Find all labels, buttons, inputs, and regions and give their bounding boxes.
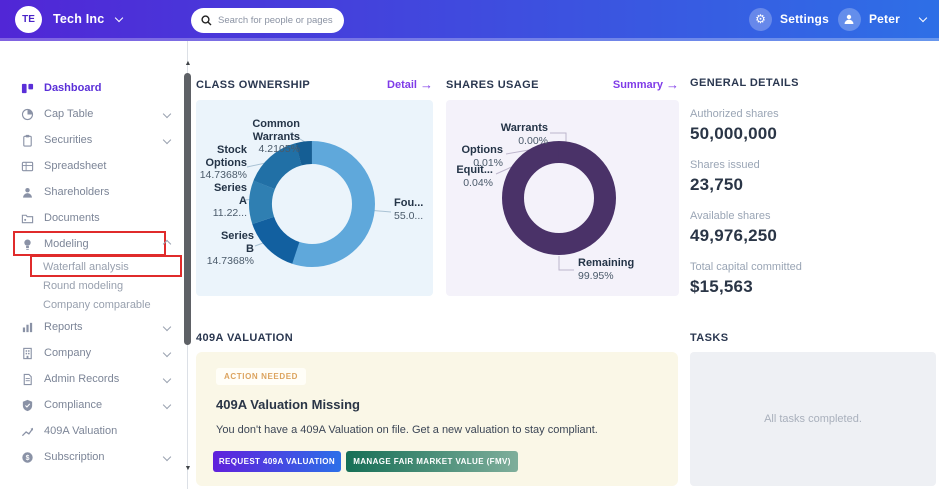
tasks-empty-message: All tasks completed. bbox=[764, 413, 862, 425]
valuation-409a-panel: ACTION NEEDED 409A Valuation Missing You… bbox=[196, 352, 678, 486]
user-avatar-icon bbox=[837, 7, 861, 31]
chevron-up-icon bbox=[162, 239, 172, 249]
sidebar-item-company[interactable]: Company bbox=[0, 340, 184, 366]
pie-chart-icon bbox=[20, 107, 35, 122]
manage-fmv-button[interactable]: MANAGE FAIR MARKET VALUE (FMV) bbox=[346, 451, 518, 472]
sidebar: Dashboard Cap Table Securities Spreadshe… bbox=[0, 41, 184, 489]
sidebar-item-subscription[interactable]: $ Subscription bbox=[0, 444, 184, 470]
chevron-down-icon bbox=[162, 374, 172, 384]
chevron-down-icon bbox=[918, 13, 928, 23]
class-ownership-title: CLASS OWNERSHIP bbox=[196, 78, 311, 91]
sidebar-item-dashboard[interactable]: Dashboard bbox=[0, 75, 184, 101]
shares-usage-title: SHARES USAGE bbox=[446, 78, 539, 91]
highlight-box-modeling bbox=[13, 231, 166, 256]
dollar-circle-icon: $ bbox=[20, 450, 35, 465]
arrow-right-icon: → bbox=[420, 77, 433, 92]
callout-warrants: Warrants 0.00% bbox=[500, 122, 548, 147]
sidebar-subitem-company-comparable[interactable]: Company comparable bbox=[0, 295, 184, 314]
arrow-right-icon: → bbox=[666, 77, 679, 92]
sidebar-subitem-round-modeling[interactable]: Round modeling bbox=[0, 276, 184, 295]
user-menu[interactable]: Peter bbox=[837, 7, 928, 31]
search-bar[interactable] bbox=[191, 8, 344, 33]
scrollbar-thumb[interactable] bbox=[184, 73, 191, 345]
company-name[interactable]: Tech Inc bbox=[53, 12, 104, 26]
search-input[interactable] bbox=[218, 15, 334, 26]
folder-icon bbox=[20, 211, 35, 226]
sidebar-item-reports[interactable]: Reports bbox=[0, 314, 184, 340]
chevron-down-icon bbox=[162, 322, 172, 332]
trend-chart-icon bbox=[20, 424, 35, 439]
callout-stock-options: Stock Options 14.7368% bbox=[199, 144, 247, 182]
tasks-panel: All tasks completed. bbox=[690, 352, 936, 486]
shares-usage-donut-chart bbox=[495, 132, 616, 271]
detail-total-capital: Total capital committed $15,563 bbox=[690, 261, 802, 296]
settings-label: Settings bbox=[780, 12, 829, 26]
chevron-down-icon bbox=[162, 109, 172, 119]
scrollbar: ▲ ▼ bbox=[183, 41, 193, 489]
general-details-title: GENERAL DETAILS bbox=[690, 77, 799, 89]
chevron-down-icon[interactable] bbox=[115, 13, 124, 23]
tasks-title: TASKS bbox=[690, 332, 729, 344]
callout-equity: Equit... 0.04% bbox=[456, 164, 493, 189]
callout-remaining: Remaining 99.95% bbox=[578, 257, 635, 282]
lightbulb-icon bbox=[20, 237, 35, 252]
detail-available-shares: Available shares 49,976,250 bbox=[690, 210, 778, 245]
svg-text:$: $ bbox=[26, 454, 30, 461]
sidebar-item-documents[interactable]: Documents bbox=[0, 205, 184, 231]
sidebar-subitem-waterfall-analysis[interactable]: Waterfall analysis bbox=[0, 255, 184, 277]
top-navbar: TE Tech Inc ⚙ Settings Pet bbox=[0, 0, 939, 41]
valuation-409a-title: 409A VALUATION bbox=[196, 332, 294, 344]
dashboard-icon bbox=[20, 81, 35, 96]
scroll-up-arrow-icon[interactable]: ▲ bbox=[183, 60, 193, 68]
class-ownership-detail-link[interactable]: Detail → bbox=[387, 77, 433, 92]
callout-founders: Fou... 55.0... bbox=[394, 197, 424, 222]
callout-series-b: Series B 14.7368% bbox=[206, 230, 254, 268]
chevron-down-icon bbox=[162, 135, 172, 145]
class-ownership-panel: Common Warrants 4.2105% Stock Options 14… bbox=[196, 100, 433, 296]
company-avatar[interactable]: TE bbox=[15, 5, 42, 33]
shares-usage-panel: Warrants 0.00% Options 0.01% Equit... 0.… bbox=[446, 100, 679, 296]
request-409a-valuation-button[interactable]: REQUEST 409A VALUATION bbox=[213, 451, 341, 472]
sidebar-item-shareholders[interactable]: Shareholders bbox=[0, 179, 184, 205]
sidebar-item-admin-records[interactable]: Admin Records bbox=[0, 366, 184, 392]
spreadsheet-icon bbox=[20, 159, 35, 174]
callout-series-a: Series A 11.22... bbox=[212, 182, 247, 220]
detail-authorized-shares: Authorized shares 50,000,000 bbox=[690, 108, 779, 143]
person-icon bbox=[20, 185, 35, 200]
general-details-panel: Authorized shares 50,000,000 Shares issu… bbox=[690, 100, 939, 312]
app-window: TE Tech Inc ⚙ Settings Pet bbox=[0, 0, 939, 489]
main-content: CLASS OWNERSHIP Detail → SHARES USAGE Su… bbox=[196, 41, 939, 489]
chevron-down-icon bbox=[162, 348, 172, 358]
gear-icon: ⚙ bbox=[749, 7, 773, 31]
bar-chart-icon bbox=[20, 320, 35, 335]
chevron-down-icon bbox=[162, 452, 172, 462]
sidebar-item-compliance[interactable]: Compliance bbox=[0, 392, 184, 418]
user-name: Peter bbox=[868, 12, 900, 26]
valuation-missing-heading: 409A Valuation Missing bbox=[216, 397, 361, 412]
detail-shares-issued: Shares issued 23,750 bbox=[690, 159, 760, 194]
shield-icon bbox=[20, 398, 35, 413]
shares-usage-summary-link[interactable]: Summary → bbox=[613, 77, 679, 92]
sidebar-item-modeling[interactable]: Modeling bbox=[0, 231, 184, 257]
sidebar-item-spreadsheet[interactable]: Spreadsheet bbox=[0, 153, 184, 179]
clipboard-icon bbox=[20, 133, 35, 148]
action-needed-badge: ACTION NEEDED bbox=[216, 368, 307, 385]
chevron-down-icon bbox=[162, 400, 172, 410]
sidebar-item-securities[interactable]: Securities bbox=[0, 127, 184, 153]
sidebar-item-409a-valuation[interactable]: 409A Valuation bbox=[0, 418, 184, 444]
scroll-down-arrow-icon[interactable]: ▼ bbox=[183, 465, 193, 473]
building-icon bbox=[20, 346, 35, 361]
sidebar-item-cap-table[interactable]: Cap Table bbox=[0, 101, 184, 127]
settings-button[interactable]: ⚙ Settings bbox=[749, 7, 829, 31]
valuation-missing-message: You don't have a 409A Valuation on file.… bbox=[216, 424, 598, 436]
document-icon bbox=[20, 372, 35, 387]
search-icon bbox=[201, 15, 212, 26]
callout-common-warrants: Common Warrants 4.2105% bbox=[252, 118, 300, 156]
